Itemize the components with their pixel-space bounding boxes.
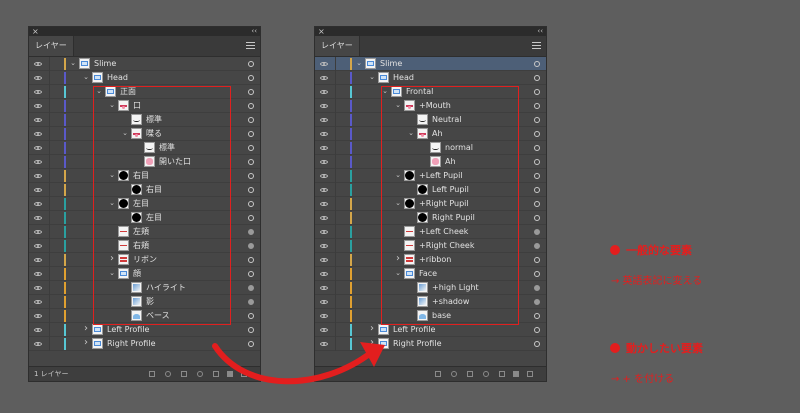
note-general-elements: 一般的な要素 xyxy=(610,242,692,258)
note-movable-elements: 動かしたい要素 xyxy=(610,340,703,356)
bullet-icon xyxy=(610,245,620,255)
note-general-detail: → 英語表記に変える xyxy=(611,276,703,287)
bullet-icon xyxy=(610,343,620,353)
note-movable-detail: → + を付ける xyxy=(611,374,675,385)
